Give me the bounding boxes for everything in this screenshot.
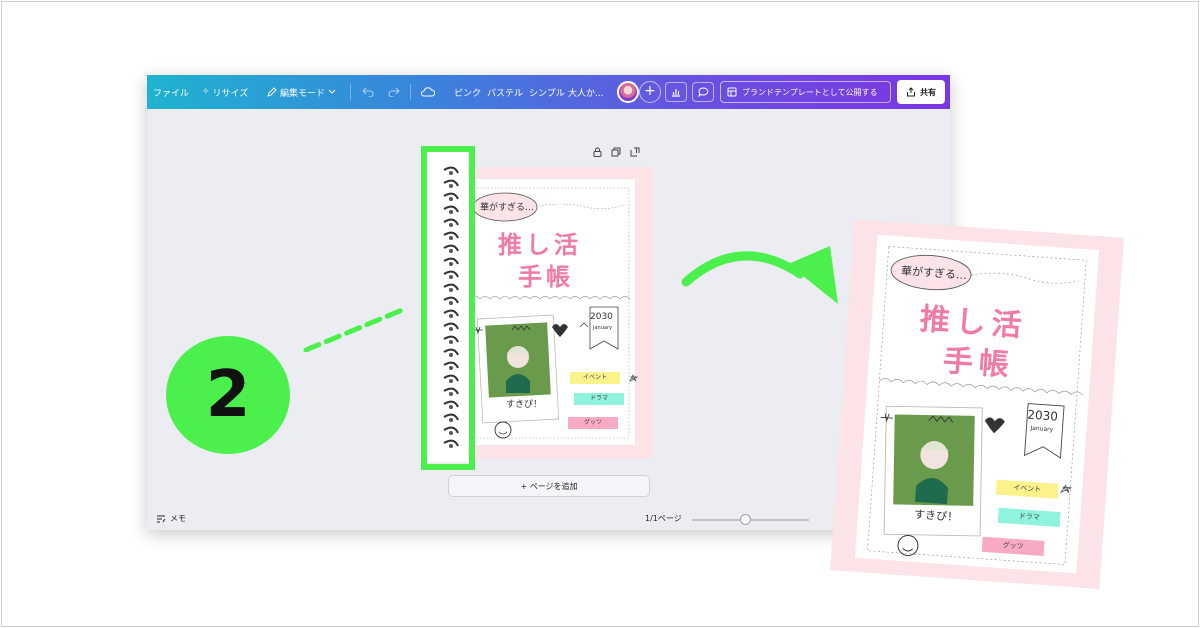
curved-arrow-icon [681, 246, 838, 304]
notebook-title-line2: 手帳 [941, 343, 1016, 384]
notebook-year: 2030 [1026, 407, 1059, 424]
chevron-down-icon [328, 89, 336, 94]
menu-edit-mode[interactable]: 編集モード [267, 75, 336, 109]
zoom-slider-handle[interactable] [740, 514, 751, 525]
notebook-tag-goods: グッツ [568, 417, 618, 429]
menu-file[interactable]: ファイル [153, 75, 189, 109]
cloud-save-button[interactable] [421, 75, 435, 109]
notebook-tag-drama: ドラマ [574, 393, 624, 405]
notebook-bubble-text: 華がすぎる… [480, 203, 535, 213]
memo-button[interactable]: メモ [156, 513, 186, 524]
notebook-month: January [593, 325, 612, 331]
spiral-highlight-box [421, 146, 475, 470]
lock-icon[interactable] [593, 147, 602, 157]
publish-brand-template-button[interactable]: ブランドテンプレートとして公開する [720, 81, 891, 103]
notebook-decoration [867, 246, 1087, 565]
redo-button[interactable] [388, 75, 400, 109]
dashed-pointer-line [303, 307, 405, 352]
notebook-caption: すきぴ！ [506, 400, 543, 410]
comment-icon [697, 87, 708, 97]
tag-2[interactable]: パステル [487, 75, 523, 109]
template-icon [727, 87, 737, 97]
tag-4[interactable]: 大人か... [568, 75, 604, 109]
tag-1[interactable]: ピンク [454, 75, 481, 109]
comment-button[interactable] [692, 82, 714, 102]
avatar[interactable] [617, 81, 639, 103]
add-page-icon[interactable] [630, 147, 640, 157]
add-page-button[interactable]: + ページを追加 [448, 475, 650, 497]
insights-button[interactable] [665, 82, 687, 102]
sparkle-icon: ✧ [202, 87, 210, 97]
plus-icon: + [644, 83, 656, 99]
redo-icon [388, 87, 400, 97]
pencil-icon [267, 87, 277, 97]
notebook-title-line2: 手帳 [518, 263, 574, 291]
notebook-caption: すきぴ！ [913, 507, 959, 524]
notebook-year: 2030 [590, 312, 613, 322]
notebook-month: January [1030, 424, 1054, 434]
top-toolbar: ファイル ✧リサイズ 編集モード ピンク パステル シンプル 大人か... + [147, 75, 950, 109]
page-count[interactable]: 1/1ページ [645, 513, 682, 524]
menu-resize[interactable]: ✧ リサイズ [202, 75, 248, 109]
step-number-badge: 2 [166, 336, 290, 454]
duplicate-icon[interactable] [611, 147, 621, 157]
page-tools [593, 147, 640, 157]
notebook-tag-event: イベント [570, 372, 620, 384]
cloud-icon [421, 87, 435, 97]
share-icon [907, 87, 915, 97]
undo-icon [362, 87, 374, 97]
notes-icon [157, 515, 166, 522]
tag-3[interactable]: シンプル [529, 75, 565, 109]
share-button[interactable]: 共有 [897, 80, 945, 104]
notebook-title-line1: 推し活 [498, 231, 582, 259]
bar-chart-icon [672, 89, 680, 97]
undo-button[interactable] [362, 75, 374, 109]
add-collaborator-button[interactable]: + [639, 81, 661, 103]
notebook-page-result: 華がすぎる… 推し活 手帳 2030 January すきぴ！ イベント ドラマ… [830, 219, 1124, 589]
divider [410, 84, 411, 100]
divider [350, 84, 351, 100]
